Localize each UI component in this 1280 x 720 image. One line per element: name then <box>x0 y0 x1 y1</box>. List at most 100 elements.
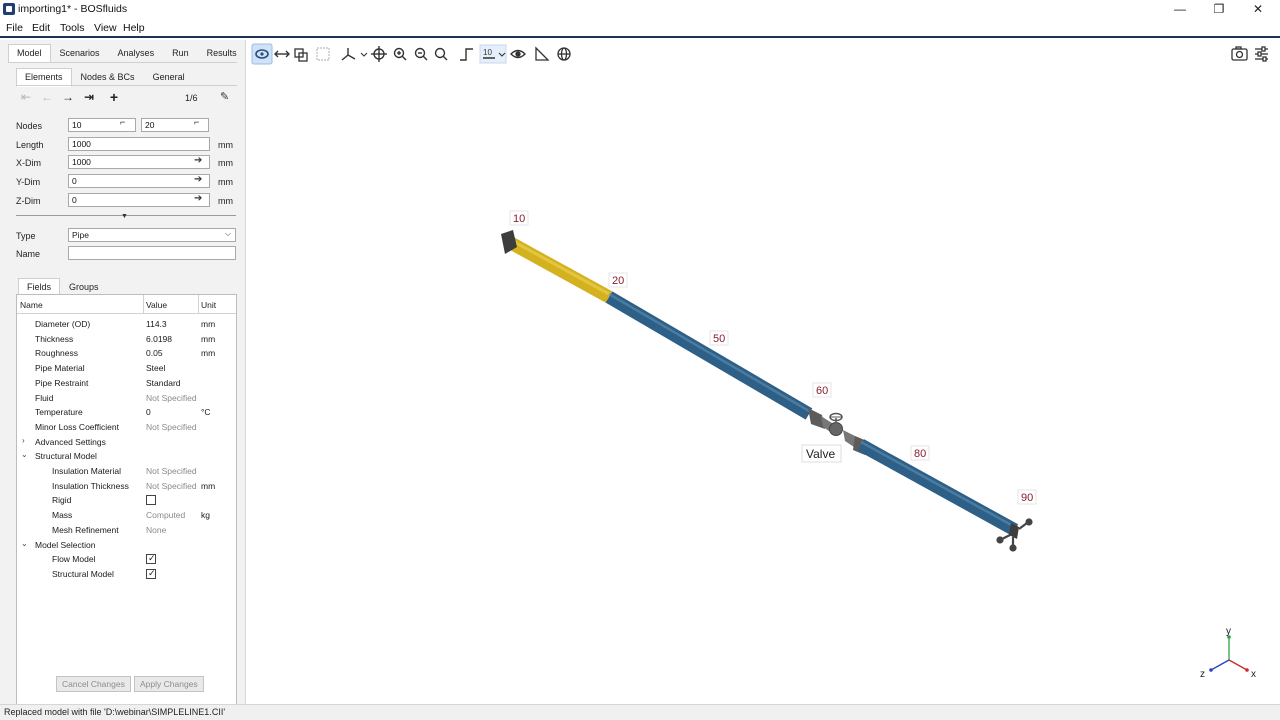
node-label-90[interactable]: 90 <box>1021 492 1033 504</box>
menu-tools[interactable]: Tools <box>60 22 85 34</box>
ydim-input[interactable] <box>68 174 210 188</box>
collapse-arrow-icon[interactable]: ⌄ <box>21 539 28 548</box>
zoom-in-icon[interactable] <box>393 47 407 61</box>
model-viewport[interactable]: 10 20 50 60 80 90 Valve y x z <box>247 67 1280 704</box>
xdim-input[interactable] <box>68 155 210 169</box>
row-value[interactable]: 114.3 <box>146 319 167 329</box>
globe-icon[interactable] <box>557 47 571 61</box>
table-row[interactable]: Pipe Material Steel <box>17 361 236 376</box>
row-value[interactable]: Not Specified <box>146 481 197 491</box>
table-row[interactable]: Mass Computed kg <box>17 508 236 523</box>
node-label-20[interactable]: 20 <box>612 275 624 287</box>
tab-model[interactable]: Model <box>8 44 51 63</box>
collapse-arrow-icon[interactable]: ⌄ <box>21 450 28 459</box>
name-input[interactable] <box>68 246 236 260</box>
pipe-model-canvas[interactable]: 10 20 50 60 80 90 Valve y x z <box>247 67 1280 704</box>
fit-view-icon[interactable] <box>294 48 308 62</box>
close-button[interactable]: ✕ <box>1243 1 1273 18</box>
row-value[interactable]: Not Specified <box>146 422 197 432</box>
tab-analyses[interactable]: Analyses <box>109 44 164 63</box>
table-row[interactable]: Thickness 6.0198 mm <box>17 332 236 347</box>
table-row[interactable]: Structural Model <box>17 567 236 582</box>
tab-run[interactable]: Run <box>163 44 198 63</box>
last-element-button[interactable]: ⇥ <box>81 90 97 104</box>
settings-icon[interactable] <box>1255 46 1268 62</box>
axes-icon[interactable] <box>341 48 368 61</box>
row-value[interactable]: 6.0198 <box>146 334 172 344</box>
node-label-60[interactable]: 60 <box>816 385 828 397</box>
pipe-segment-60-90[interactable] <box>857 439 1019 536</box>
menu-edit[interactable]: Edit <box>32 22 50 34</box>
minimize-button[interactable]: — <box>1165 1 1195 18</box>
row-value[interactable]: 0 <box>146 407 151 417</box>
table-row[interactable]: Mesh Refinement None <box>17 523 236 538</box>
table-row[interactable]: Roughness 0.05 mm <box>17 346 236 361</box>
eye-icon[interactable] <box>510 49 526 59</box>
menu-file[interactable]: File <box>6 22 23 34</box>
add-element-button[interactable]: + <box>106 90 122 104</box>
group-row-structural-model[interactable]: ⌄ Structural Model <box>17 449 236 464</box>
row-value[interactable]: Steel <box>146 363 165 373</box>
measure-icon[interactable] <box>535 46 550 61</box>
pipe-segment-20-60[interactable] <box>605 291 813 420</box>
table-row[interactable]: Flow Model <box>17 552 236 567</box>
previous-element-button[interactable]: ← <box>39 90 55 104</box>
group-row-advanced-settings[interactable]: › Advanced Settings <box>17 435 236 450</box>
zdim-arrow-icon[interactable]: ➔ <box>194 193 202 204</box>
table-row[interactable]: Temperature 0 °C <box>17 405 236 420</box>
zoom-out-icon[interactable] <box>414 47 428 61</box>
xdim-arrow-icon[interactable]: ➔ <box>194 155 202 166</box>
row-unit: mm <box>201 319 216 329</box>
table-row[interactable]: Minor Loss Coefficient Not Specified <box>17 420 236 435</box>
node-label-80[interactable]: 80 <box>914 448 926 460</box>
table-row[interactable]: Insulation Material Not Specified <box>17 464 236 479</box>
rigid-checkbox[interactable] <box>146 495 156 506</box>
row-value[interactable]: Not Specified <box>146 466 197 476</box>
cancel-changes-button[interactable]: Cancel Changes <box>56 676 131 692</box>
ydim-arrow-icon[interactable]: ➔ <box>194 174 202 185</box>
menu-view[interactable]: View <box>94 22 117 34</box>
type-select[interactable]: Pipe ⌵ <box>68 228 236 242</box>
group-row-model-selection[interactable]: ⌄ Model Selection <box>17 538 236 553</box>
camera-icon[interactable] <box>1231 46 1248 61</box>
node-picker-icon[interactable]: ⌐ <box>194 117 199 127</box>
flow-model-checkbox[interactable] <box>146 553 156 565</box>
subtab-divider <box>16 85 237 86</box>
valve-bonnet-icon[interactable] <box>829 422 843 436</box>
nodes-label: Nodes <box>16 121 43 131</box>
table-row[interactable]: Rigid <box>17 493 236 508</box>
row-value[interactable]: Computed <box>146 510 185 520</box>
next-element-button[interactable]: → <box>60 90 76 104</box>
table-row[interactable]: Diameter (OD) 114.3 mm <box>17 317 236 332</box>
pipe-segment-10-20[interactable] <box>505 236 613 303</box>
structural-model-checkbox[interactable] <box>146 568 156 579</box>
zoom-icon[interactable] <box>434 47 448 61</box>
target-icon[interactable] <box>371 46 387 62</box>
row-value[interactable]: None <box>146 525 166 535</box>
valve-label[interactable]: Valve <box>806 447 835 461</box>
select-box-icon[interactable] <box>316 47 330 61</box>
apply-changes-button[interactable]: Apply Changes <box>134 676 204 692</box>
zdim-input[interactable] <box>68 193 210 207</box>
collapse-arrow-icon[interactable]: ▼ <box>121 213 128 220</box>
table-row[interactable]: Pipe Restraint Standard <box>17 376 236 391</box>
table-row[interactable]: Fluid Not Specified <box>17 391 236 406</box>
maximize-button[interactable]: ❐ <box>1204 1 1234 18</box>
table-row[interactable]: Insulation Thickness Not Specified mm <box>17 479 236 494</box>
node-picker-icon[interactable]: ⌐ <box>120 117 125 127</box>
row-value[interactable]: Standard <box>146 378 181 388</box>
node-from-input[interactable] <box>68 118 136 132</box>
first-element-button[interactable]: ⇤ <box>18 90 34 104</box>
length-input[interactable] <box>68 137 210 151</box>
edit-pencil-icon[interactable]: ✎ <box>220 90 234 104</box>
isometric-icon[interactable] <box>460 48 473 61</box>
pan-icon[interactable] <box>274 50 290 58</box>
expand-arrow-icon[interactable]: › <box>22 436 25 445</box>
tab-results[interactable]: Results <box>198 44 246 63</box>
row-value[interactable]: 0.05 <box>146 348 163 358</box>
tab-scenarios[interactable]: Scenarios <box>51 44 109 63</box>
node-label-50[interactable]: 50 <box>713 333 725 345</box>
node-label-10[interactable]: 10 <box>513 213 525 225</box>
row-value[interactable]: Not Specified <box>146 393 197 403</box>
menu-help[interactable]: Help <box>123 22 145 34</box>
